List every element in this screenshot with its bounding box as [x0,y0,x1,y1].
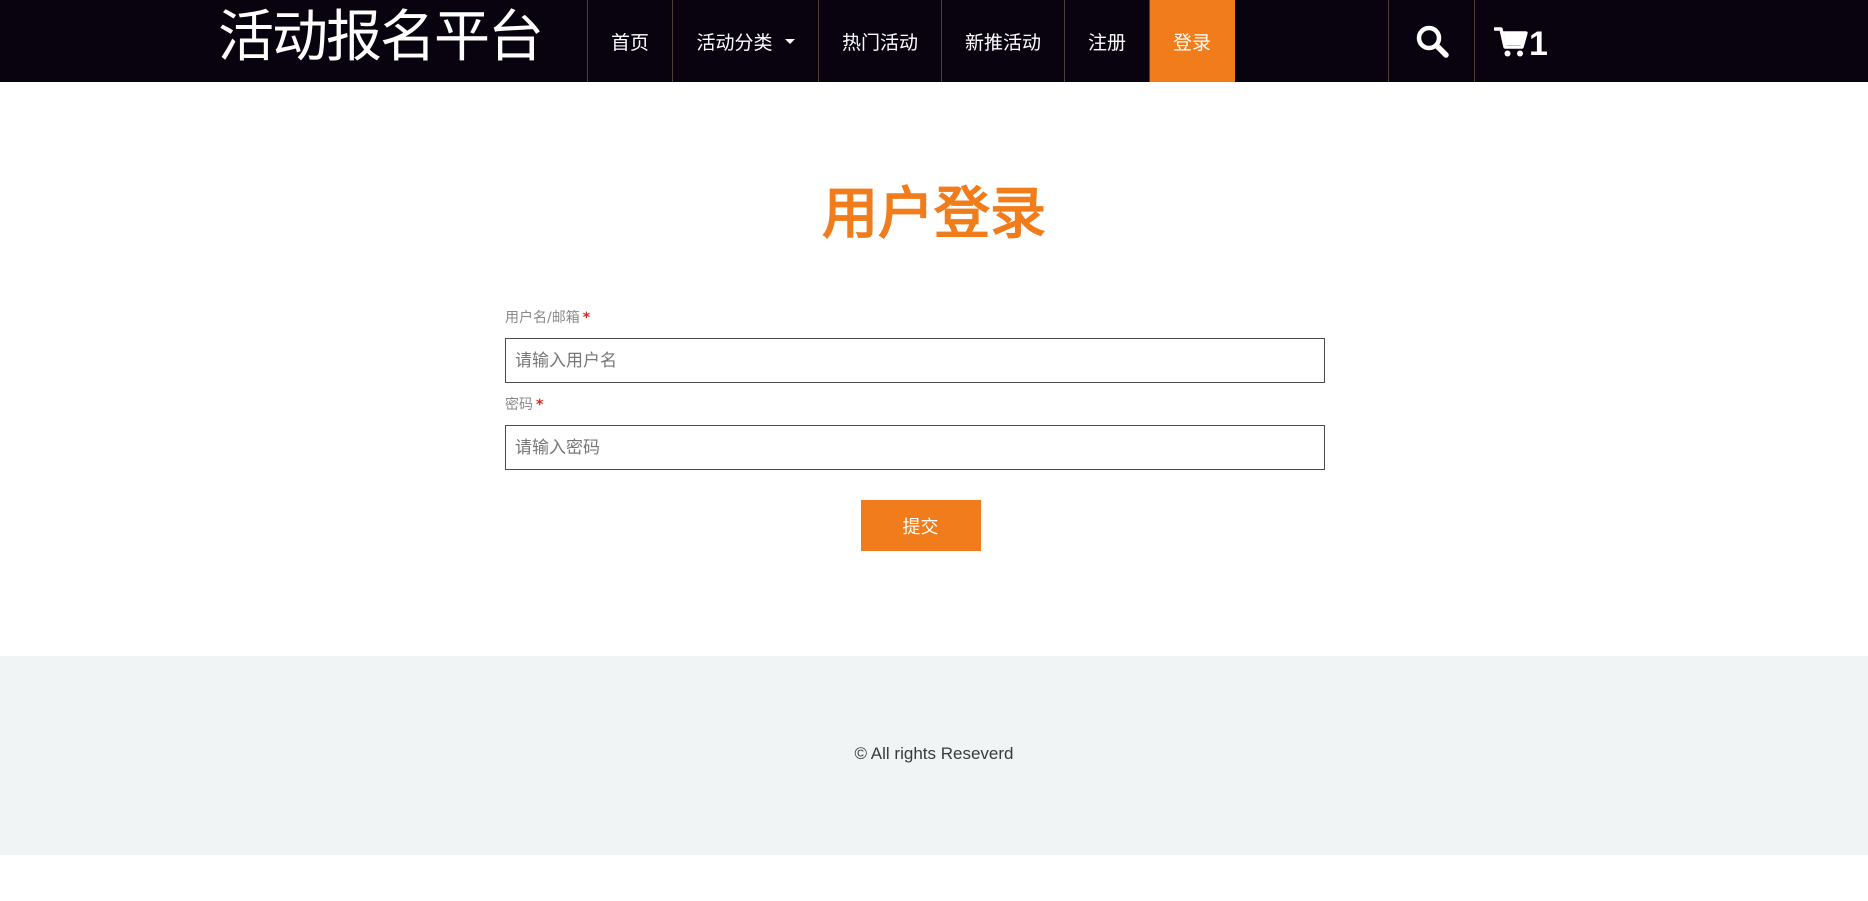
main-nav: 首页 活动分类 热门活动 新推活动 注册 登录 [587,0,1235,82]
submit-row: 提交 [505,500,1325,551]
copyright-text: © All rights Reseverd [854,744,1014,763]
nav-item-new-events[interactable]: 新推活动 [942,0,1065,82]
submit-button[interactable]: 提交 [860,500,981,551]
site-brand-logo[interactable]: 活动报名平台 [218,0,544,82]
nav-item-hot-events[interactable]: 热门活动 [819,0,942,82]
nav-item-label: 活动分类 [696,31,773,54]
login-form: 用户名/邮箱* 密码* 提交 [505,308,1325,551]
page-footer: © All rights Reseverd [0,656,1868,855]
nav-item-label: 注册 [1087,31,1126,54]
nav-item-login[interactable]: 登录 [1150,0,1235,82]
username-label-text: 用户名/邮箱 [505,310,580,326]
password-label: 密码 * [505,395,1325,415]
username-input[interactable] [505,338,1325,383]
required-mark: * [536,397,544,413]
nav-item-register[interactable]: 注册 [1065,0,1150,82]
required-mark: * [582,310,591,326]
cart-button[interactable]: 1 [1476,0,1566,82]
password-input[interactable] [505,425,1325,470]
username-label: 用户名/邮箱 * [505,308,1325,328]
nav-item-label: 登录 [1172,31,1211,54]
nav-item-label: 新推活动 [964,31,1041,54]
cart-count-badge: 1 [1529,24,1548,63]
caret-down-icon [784,38,795,44]
password-label-text: 密码 [505,397,533,413]
top-navbar: 活动报名平台 首页 活动分类 热门活动 新推活动 注册 登录 1 [0,0,1868,82]
nav-item-categories[interactable]: 活动分类 [673,0,819,82]
search-button[interactable] [1388,0,1475,82]
search-icon [1416,25,1449,58]
nav-item-home[interactable]: 首页 [588,0,673,82]
cart-icon [1494,27,1528,57]
nav-item-label: 热门活动 [841,31,918,54]
field-spacer [505,383,1325,395]
nav-item-label: 首页 [610,31,649,54]
page-title: 用户登录 [822,182,1046,247]
